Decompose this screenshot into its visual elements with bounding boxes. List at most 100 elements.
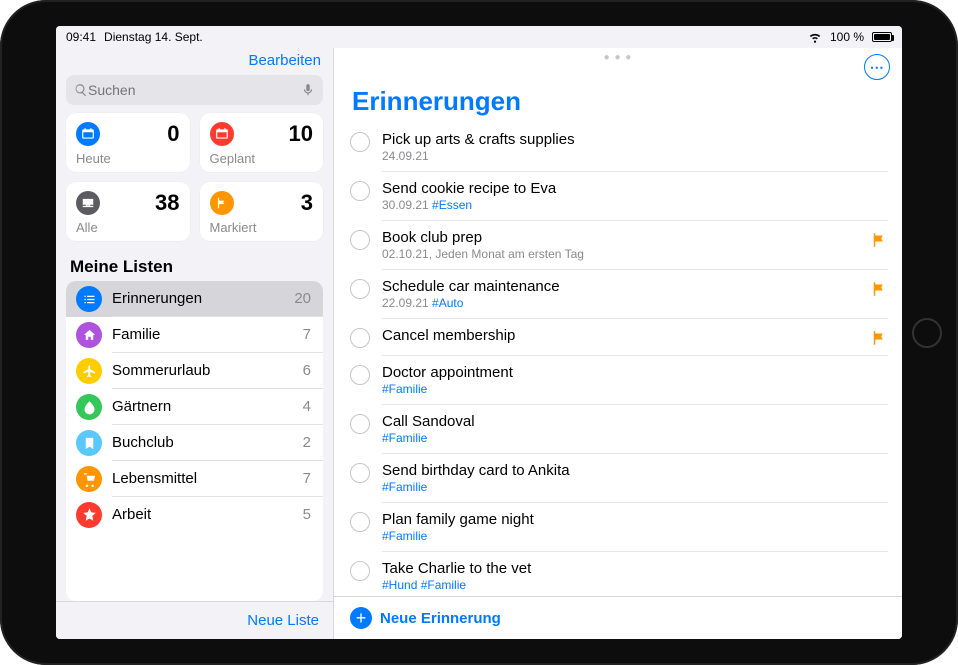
list-name: Gärtnern bbox=[112, 398, 171, 415]
reminder-meta: #Familie bbox=[382, 480, 888, 494]
reminder-item[interactable]: Take Charlie to the vet #Hund #Familie bbox=[334, 552, 902, 596]
new-reminder-row[interactable]: + Neue Erinnerung bbox=[334, 596, 902, 639]
complete-toggle[interactable] bbox=[350, 414, 370, 434]
list-name: Arbeit bbox=[112, 506, 151, 523]
list-count: 7 bbox=[303, 470, 311, 487]
smart-label: Markiert bbox=[210, 220, 314, 235]
smart-card-alle[interactable]: 38 Alle bbox=[66, 182, 190, 241]
reminder-meta: 02.10.21, Jeden Monat am ersten Tag bbox=[382, 247, 862, 261]
reminder-meta: 30.09.21 #Essen bbox=[382, 198, 888, 212]
list-title: Erinnerungen bbox=[334, 80, 902, 123]
smart-card-markiert[interactable]: 3 Markiert bbox=[200, 182, 324, 241]
cart-icon bbox=[76, 466, 102, 492]
list-count: 20 bbox=[294, 290, 311, 307]
complete-toggle[interactable] bbox=[350, 561, 370, 581]
smart-card-geplant[interactable]: 10 Geplant bbox=[200, 113, 324, 172]
list-count: 5 bbox=[303, 506, 311, 523]
reminder-title: Plan family game night bbox=[382, 511, 888, 528]
reminder-meta: 22.09.21 #Auto bbox=[382, 296, 862, 310]
add-reminder-icon[interactable]: + bbox=[350, 607, 372, 629]
complete-toggle[interactable] bbox=[350, 279, 370, 299]
complete-toggle[interactable] bbox=[350, 463, 370, 483]
reminder-item[interactable]: Cancel membership bbox=[334, 319, 902, 356]
tray-icon bbox=[76, 191, 100, 215]
reminder-meta: #Familie bbox=[382, 431, 888, 445]
reminder-meta: #Hund #Familie bbox=[382, 578, 888, 592]
lists-container: Erinnerungen 20 Familie 7 Sommerurlaub 6… bbox=[66, 281, 323, 601]
status-time: 09:41 bbox=[66, 30, 96, 44]
reminder-meta: #Familie bbox=[382, 529, 888, 543]
reminder-title: Doctor appointment bbox=[382, 364, 888, 381]
smart-count: 3 bbox=[301, 190, 313, 216]
reminder-title: Pick up arts & crafts supplies bbox=[382, 131, 888, 148]
reminder-meta: 24.09.21 bbox=[382, 149, 888, 163]
smart-label: Heute bbox=[76, 151, 180, 166]
list-item-gärtnern[interactable]: Gärtnern 4 bbox=[66, 389, 323, 425]
reminder-item[interactable]: Send cookie recipe to Eva 30.09.21 #Esse… bbox=[334, 172, 902, 221]
wifi-icon bbox=[808, 30, 822, 44]
list-item-familie[interactable]: Familie 7 bbox=[66, 317, 323, 353]
reminder-tag[interactable]: #Essen bbox=[432, 198, 472, 212]
screen: 09:41 Dienstag 14. Sept. 100 % Bearbeite… bbox=[56, 26, 902, 639]
complete-toggle[interactable] bbox=[350, 132, 370, 152]
reminder-item[interactable]: Send birthday card to Ankita #Familie bbox=[334, 454, 902, 503]
leaf-icon bbox=[76, 394, 102, 420]
reminder-tag[interactable]: #Familie bbox=[382, 529, 427, 543]
list-item-sommerurlaub[interactable]: Sommerurlaub 6 bbox=[66, 353, 323, 389]
smart-label: Alle bbox=[76, 220, 180, 235]
edit-button[interactable]: Bearbeiten bbox=[248, 52, 321, 69]
reminder-tag[interactable]: #Familie bbox=[382, 382, 427, 396]
search-icon bbox=[74, 83, 88, 97]
list-name: Lebensmittel bbox=[112, 470, 197, 487]
reminder-item[interactable]: Call Sandoval #Familie bbox=[334, 405, 902, 454]
home-button[interactable] bbox=[912, 318, 942, 348]
reminder-title: Cancel membership bbox=[382, 327, 862, 344]
reminder-title: Schedule car maintenance bbox=[382, 278, 862, 295]
reminder-tag[interactable]: #Familie bbox=[382, 480, 427, 494]
search-input[interactable] bbox=[88, 82, 301, 98]
new-list-button[interactable]: Neue Liste bbox=[247, 612, 319, 629]
house-icon bbox=[76, 322, 102, 348]
reminder-tag[interactable]: #Hund bbox=[382, 578, 417, 592]
complete-toggle[interactable] bbox=[350, 328, 370, 348]
list-name: Sommerurlaub bbox=[112, 362, 210, 379]
more-button[interactable]: ⋯ bbox=[864, 54, 890, 80]
complete-toggle[interactable] bbox=[350, 512, 370, 532]
search-field[interactable] bbox=[66, 75, 323, 105]
list-item-arbeit[interactable]: Arbeit 5 bbox=[66, 497, 323, 532]
reminder-item[interactable]: Doctor appointment #Familie bbox=[334, 356, 902, 405]
smart-label: Geplant bbox=[210, 151, 314, 166]
ipad-device-frame: 09:41 Dienstag 14. Sept. 100 % Bearbeite… bbox=[0, 0, 958, 665]
list-count: 4 bbox=[303, 398, 311, 415]
complete-toggle[interactable] bbox=[350, 230, 370, 250]
main-panel: ● ● ● ⋯ Erinnerungen Pick up arts & craf… bbox=[334, 48, 902, 639]
reminder-item[interactable]: Pick up arts & crafts supplies 24.09.21 bbox=[334, 123, 902, 172]
reminder-item[interactable]: Book club prep 02.10.21, Jeden Monat am … bbox=[334, 221, 902, 270]
calendar-icon bbox=[210, 122, 234, 146]
battery-icon bbox=[872, 32, 892, 42]
smart-card-heute[interactable]: 0 Heute bbox=[66, 113, 190, 172]
reminder-tag[interactable]: #Auto bbox=[432, 296, 463, 310]
grabber-icon[interactable]: ● ● ● bbox=[604, 52, 633, 63]
star-icon bbox=[76, 502, 102, 528]
reminder-title: Send birthday card to Ankita bbox=[382, 462, 888, 479]
list-count: 2 bbox=[303, 434, 311, 451]
new-reminder-label: Neue Erinnerung bbox=[380, 610, 501, 627]
list-count: 7 bbox=[303, 326, 311, 343]
list-item-erinnerungen[interactable]: Erinnerungen 20 bbox=[66, 281, 323, 317]
reminder-tag[interactable]: #Familie bbox=[382, 431, 427, 445]
reminder-meta: #Familie bbox=[382, 382, 888, 396]
list-item-buchclub[interactable]: Buchclub 2 bbox=[66, 425, 323, 461]
reminder-item[interactable]: Schedule car maintenance 22.09.21 #Auto bbox=[334, 270, 902, 319]
list-item-lebensmittel[interactable]: Lebensmittel 7 bbox=[66, 461, 323, 497]
mic-icon[interactable] bbox=[301, 83, 315, 97]
list-name: Erinnerungen bbox=[112, 290, 202, 307]
complete-toggle[interactable] bbox=[350, 181, 370, 201]
smart-count: 0 bbox=[167, 121, 179, 147]
flag-icon bbox=[870, 329, 888, 347]
sidebar: Bearbeiten 0 Heute 10 Geplant bbox=[56, 48, 334, 639]
reminder-title: Book club prep bbox=[382, 229, 862, 246]
complete-toggle[interactable] bbox=[350, 365, 370, 385]
reminder-tag[interactable]: #Familie bbox=[421, 578, 466, 592]
reminder-item[interactable]: Plan family game night #Familie bbox=[334, 503, 902, 552]
